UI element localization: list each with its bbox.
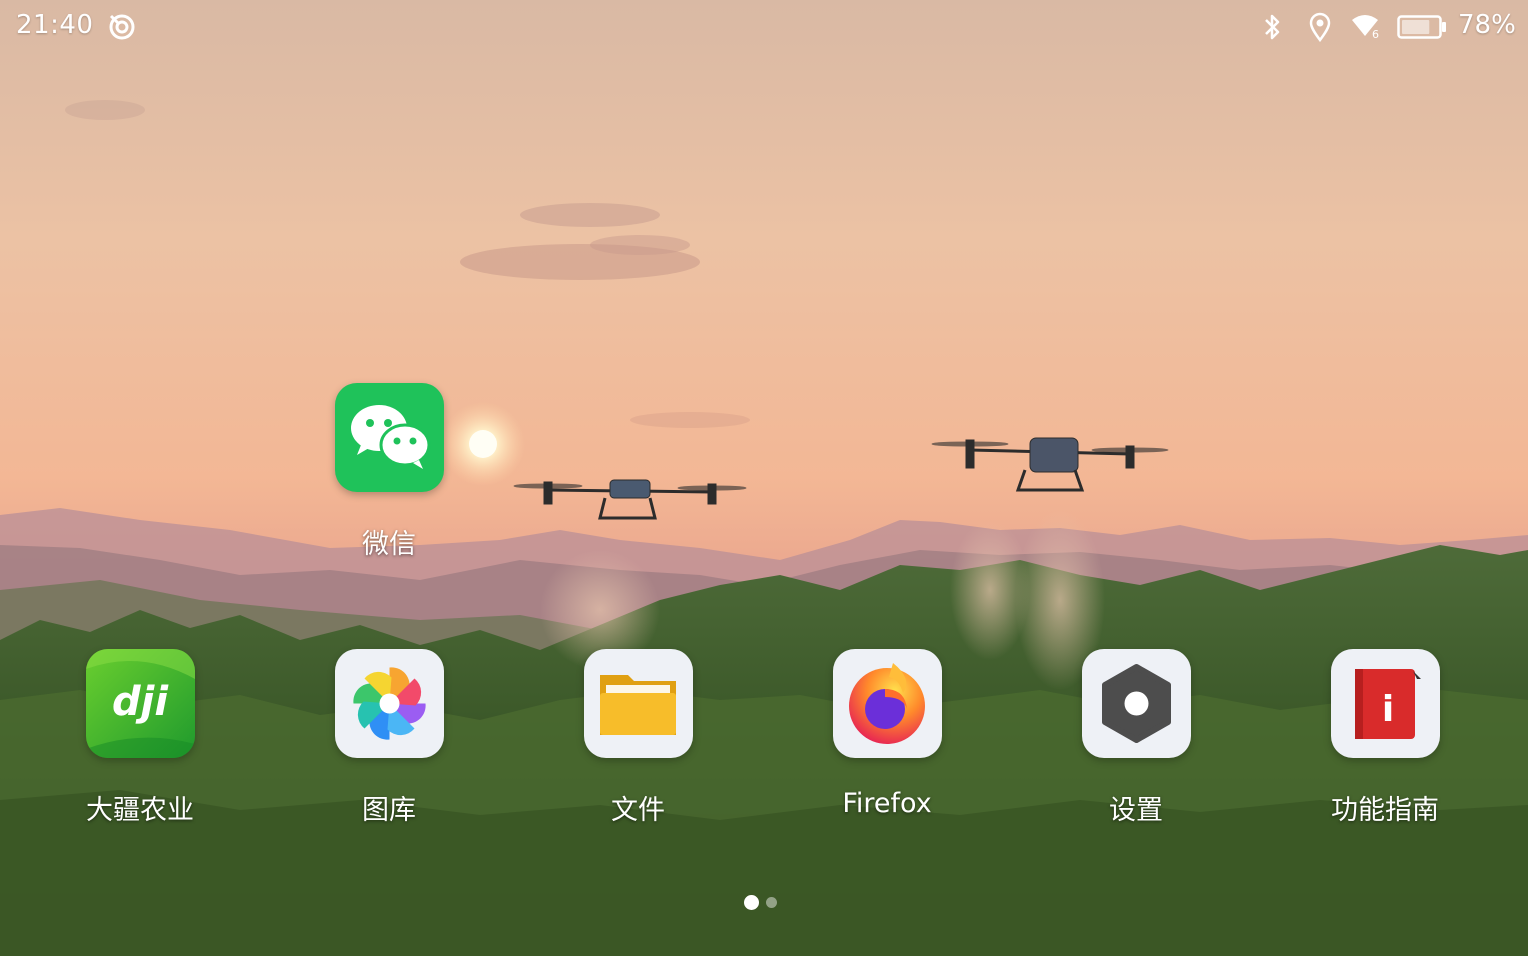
gallery-icon: [334, 649, 444, 758]
battery-percent: 78%: [1458, 10, 1516, 40]
guide-icon: i: [1330, 649, 1440, 758]
app-label-wechat: 微信: [362, 529, 416, 560]
battery-icon: [1397, 14, 1447, 44]
app-firefox[interactable]: Firefox: [787, 649, 987, 849]
app-label-settings: 设置: [1109, 795, 1163, 826]
app-gallery[interactable]: 图库: [289, 649, 489, 849]
location-icon: [1308, 12, 1332, 46]
svg-text:dji: dji: [111, 679, 168, 725]
folder-icon: [583, 649, 693, 758]
svg-text:6: 6: [1372, 28, 1379, 41]
page-indicator[interactable]: [744, 895, 784, 911]
page-dot[interactable]: [766, 897, 777, 908]
settings-icon: [1081, 649, 1191, 758]
app-wechat[interactable]: 微信: [289, 383, 489, 583]
app-label-guide: 功能指南: [1331, 795, 1439, 826]
app-label-firefox: Firefox: [842, 788, 932, 819]
app-label-dji-agriculture: 大疆农业: [86, 795, 194, 826]
bluetooth-icon: [1260, 12, 1284, 46]
app-settings[interactable]: 设置: [1036, 649, 1236, 849]
status-time: 21:40: [16, 10, 94, 40]
wifi-6-icon: 6: [1350, 12, 1384, 46]
wechat-icon: [334, 383, 444, 492]
app-guide[interactable]: i 功能指南: [1285, 649, 1485, 849]
status-bar: 21:40 6 78%: [0, 0, 1528, 54]
hotspot-icon: [107, 12, 137, 46]
app-dji-agriculture[interactable]: dji 大疆农业: [40, 649, 240, 849]
app-files[interactable]: 文件: [538, 649, 738, 849]
app-label-gallery: 图库: [362, 795, 416, 826]
svg-text:i: i: [1381, 689, 1393, 730]
firefox-icon: [832, 649, 942, 758]
dji-icon: dji: [85, 649, 195, 758]
app-label-files: 文件: [611, 795, 665, 826]
page-dot-active[interactable]: [744, 895, 759, 910]
